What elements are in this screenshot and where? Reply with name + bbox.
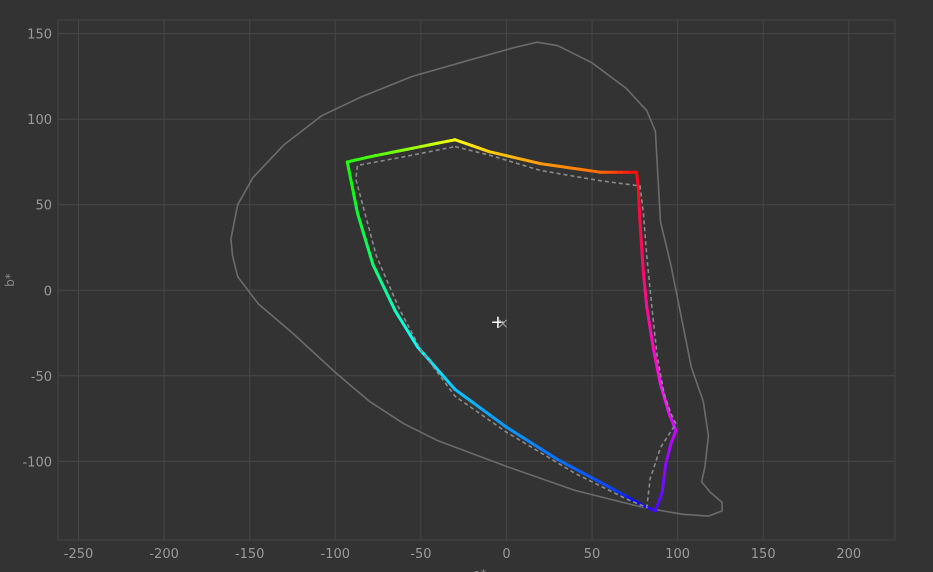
y-tick-label: 50 [35, 199, 52, 214]
x-axis-label: a* [473, 567, 486, 572]
gamut-boundary-segment [579, 167, 593, 173]
y-tick-label: 0 [44, 284, 52, 299]
gamut-chart: -250 -200 -150 -100 -50 0 50 100 150 200 150 100 50… [0, 0, 933, 572]
marker-layer: +× [490, 312, 509, 333]
x-tick-label: -50 [410, 547, 431, 562]
y-tick-label: 100 [27, 113, 52, 128]
gamut-boundary-segment [539, 162, 553, 167]
x-tick-label: 0 [502, 547, 510, 562]
gamut-boundary-segment [445, 138, 457, 143]
chart-background [0, 0, 933, 572]
y-axis-label: b* [3, 273, 17, 287]
gamut-boundary-segment [589, 169, 603, 174]
y-tick-label: -50 [31, 370, 52, 385]
reference-white-marker: × [497, 316, 509, 332]
x-tick-label: 200 [836, 547, 861, 562]
x-tick-label: 100 [665, 547, 690, 562]
y-tick-label: -100 [22, 455, 52, 470]
gamut-boundary-segment [549, 163, 563, 169]
x-tick-label: -200 [149, 547, 179, 562]
x-tick-label: 50 [584, 547, 601, 562]
y-tick-label: 150 [27, 28, 52, 43]
gamut-boundary-segment [569, 166, 583, 171]
x-tick-label: 150 [751, 547, 776, 562]
x-tick-label: -100 [321, 547, 351, 562]
x-tick-label: -150 [235, 547, 265, 562]
gamut-boundary-segment [559, 165, 573, 170]
x-tick-label: -250 [64, 547, 94, 562]
